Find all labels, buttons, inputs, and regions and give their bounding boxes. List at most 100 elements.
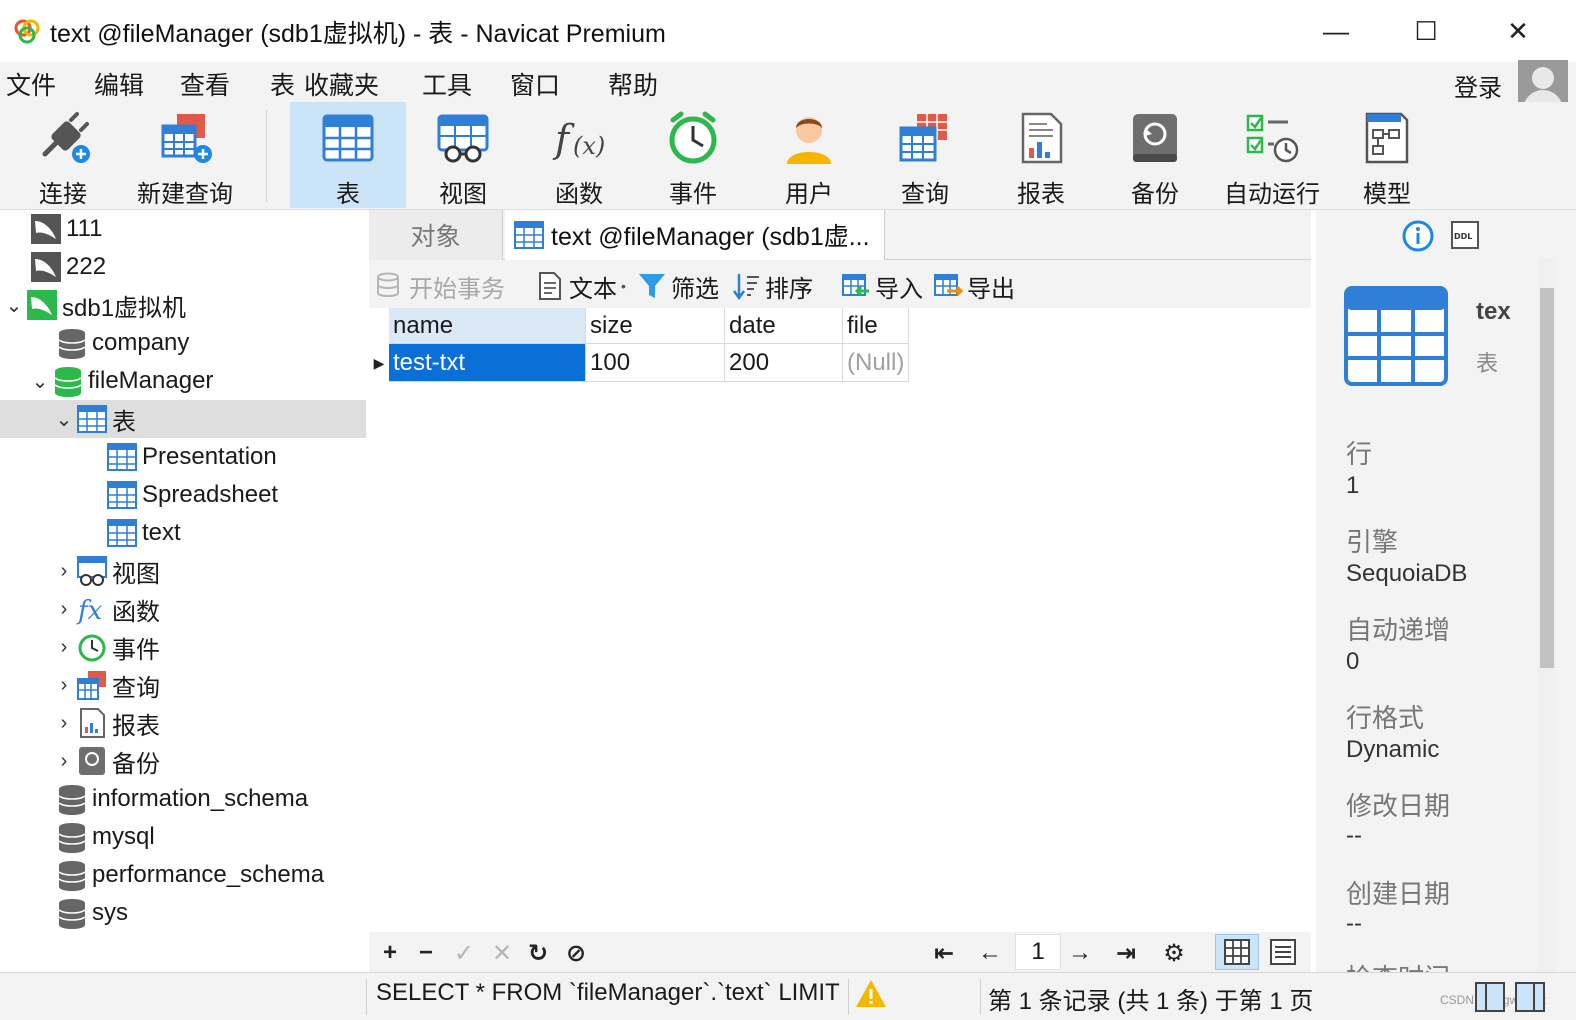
settings-button[interactable]: ⚙	[1159, 938, 1189, 968]
chevron-right-icon[interactable]: ›	[52, 598, 76, 621]
delete-record-button[interactable]: −	[411, 938, 441, 968]
menu-tools[interactable]: 工具	[422, 66, 472, 102]
discard-changes-button[interactable]: ✕	[487, 938, 517, 968]
table-button[interactable]: 表	[290, 102, 406, 208]
page-number-input[interactable]: 1	[1015, 934, 1061, 970]
tree-node-db-company[interactable]: company	[32, 324, 189, 362]
chevron-right-icon[interactable]: ›	[52, 636, 76, 659]
user-button[interactable]: 用户	[754, 102, 864, 208]
database-active-icon	[54, 367, 82, 397]
tree-node-db-mysql[interactable]: mysql	[32, 818, 155, 856]
filter-label: 筛选	[671, 275, 719, 303]
query-button[interactable]: 查询	[870, 102, 980, 208]
table-cell-name[interactable]: test-txt	[389, 344, 586, 382]
automation-button[interactable]: 自动运行	[1214, 102, 1330, 208]
prev-page-button[interactable]: ←	[975, 938, 1005, 968]
event-button[interactable]: 事件	[638, 102, 748, 208]
form-view-button[interactable]	[1261, 934, 1305, 970]
grid-view-button[interactable]	[1215, 934, 1259, 970]
table-icon	[514, 221, 544, 249]
function-button[interactable]: f (x) 函数	[524, 102, 634, 208]
backup-button[interactable]: 备份	[1100, 102, 1210, 208]
scrollbar-thumb[interactable]	[1540, 288, 1554, 668]
tree-node-backups-group[interactable]: › 备份	[52, 742, 160, 780]
stop-button[interactable]: ⊘	[561, 938, 591, 968]
menu-view[interactable]: 查看	[180, 66, 230, 102]
next-page-button[interactable]: →	[1065, 938, 1095, 968]
ddl-icon[interactable]: DDL	[1450, 220, 1480, 250]
info-pane-toggle-icon[interactable]	[1514, 981, 1546, 1013]
column-header-size[interactable]: size	[586, 308, 725, 344]
tree-node-db-information-schema[interactable]: information_schema	[32, 780, 308, 818]
table-cell-file[interactable]: (Null)	[843, 344, 909, 382]
minimize-button[interactable]: —	[1306, 8, 1366, 54]
chevron-right-icon[interactable]: ›	[52, 560, 76, 583]
filter-button[interactable]: 筛选	[637, 268, 719, 304]
form-view-icon	[1270, 939, 1296, 965]
add-record-button[interactable]: +	[375, 938, 405, 968]
info-object-name: tex	[1476, 298, 1511, 325]
maximize-button[interactable]: ☐	[1396, 8, 1456, 54]
filter-icon	[639, 274, 665, 298]
refresh-button[interactable]: ↻	[523, 938, 553, 968]
chevron-right-icon[interactable]: ›	[52, 712, 76, 735]
tree-node-db-sys[interactable]: sys	[32, 894, 128, 932]
import-button[interactable]: 导入	[841, 268, 923, 304]
report-button[interactable]: 报表	[986, 102, 1096, 208]
info-icon[interactable]	[1402, 220, 1434, 252]
tree-node-connection-222[interactable]: 222	[6, 248, 106, 286]
info-scrollbar[interactable]	[1538, 258, 1556, 972]
chevron-down-icon[interactable]: ⌄	[52, 407, 76, 432]
tree-node-table-presentation[interactable]: Presentation	[82, 438, 277, 476]
connect-label: 连接	[39, 181, 87, 208]
model-button[interactable]: 模型	[1332, 102, 1442, 208]
menu-favorites[interactable]: 收藏夹	[304, 66, 379, 102]
tree-node-reports-group[interactable]: › 报表	[52, 704, 160, 742]
close-button[interactable]: ✕	[1488, 8, 1548, 54]
tab-table-text[interactable]: text @fileManager (sdb1虚...	[505, 210, 885, 260]
menu-help[interactable]: 帮助	[608, 66, 658, 102]
tree-node-functions-group[interactable]: › fx 函数	[52, 590, 160, 628]
warning-icon[interactable]	[854, 977, 888, 1011]
tree-node-events-group[interactable]: › 事件	[52, 628, 160, 666]
begin-transaction-button[interactable]: 开始事务	[375, 268, 505, 304]
tree-node-label: information_schema	[92, 785, 309, 812]
tree-node-queries-group[interactable]: › 查询	[52, 666, 160, 704]
menu-table[interactable]: 表	[270, 66, 295, 102]
chevron-down-icon[interactable]: ⌄	[28, 369, 52, 394]
new-query-button[interactable]: 新建查询	[130, 102, 240, 208]
report-icon	[1021, 112, 1063, 164]
column-header-date[interactable]: date	[725, 308, 843, 344]
tree-node-db-filemanager[interactable]: ⌄ fileManager	[28, 362, 213, 400]
panel-layout-icon[interactable]	[1474, 981, 1506, 1013]
view-button[interactable]: 视图	[408, 102, 518, 208]
tree-node-table-spreadsheet[interactable]: Spreadsheet	[82, 476, 278, 514]
apply-changes-button[interactable]: ✓	[449, 938, 479, 968]
table-cell-date[interactable]: 200	[725, 344, 843, 382]
text-view-button[interactable]: 文本 •	[535, 268, 626, 304]
chevron-right-icon[interactable]: ›	[52, 750, 76, 773]
tree-node-db-performance-schema[interactable]: performance_schema	[32, 856, 324, 894]
chevron-right-icon[interactable]: ›	[52, 674, 76, 697]
tab-objects[interactable]: 对象	[369, 210, 503, 260]
menu-file[interactable]: 文件	[6, 66, 56, 102]
info-value-created: --	[1346, 910, 1362, 937]
chevron-down-icon[interactable]: ⌄	[2, 293, 26, 318]
sort-button[interactable]: 排序	[731, 268, 813, 304]
tree-node-connection-111[interactable]: 111	[6, 210, 102, 248]
connect-button[interactable]: 连接	[8, 102, 118, 208]
menu-edit[interactable]: 编辑	[94, 66, 144, 102]
tree-node-tables-group[interactable]: ⌄ 表	[0, 400, 366, 438]
login-link[interactable]: 登录	[1454, 68, 1502, 103]
tree-node-connection-sdb1[interactable]: ⌄ sdb1虚拟机	[2, 286, 186, 324]
table-cell-size[interactable]: 100	[586, 344, 725, 382]
first-page-button[interactable]: ⇤	[929, 938, 959, 968]
tree-node-views-group[interactable]: › 视图	[52, 552, 160, 590]
menu-window[interactable]: 窗口	[510, 66, 560, 102]
column-header-name[interactable]: name	[389, 308, 586, 344]
export-button[interactable]: 导出	[933, 268, 1015, 304]
column-header-file[interactable]: file	[843, 308, 909, 344]
tree-node-table-text[interactable]: text	[82, 514, 181, 552]
function-icon: f (x)	[552, 117, 605, 161]
last-page-button[interactable]: ⇥	[1111, 938, 1141, 968]
